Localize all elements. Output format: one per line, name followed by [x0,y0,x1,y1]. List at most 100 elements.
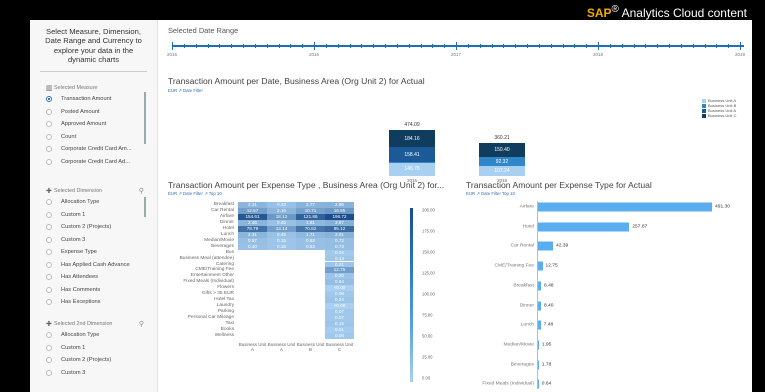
dimension2-header: ✚ Selected 2nd Dimension ⚲ [46,320,144,328]
bar[interactable] [538,360,539,370]
radio-button[interactable] [46,344,52,351]
month-tick [550,44,552,48]
radio-button[interactable] [46,133,52,140]
radio-button[interactable] [46,369,52,376]
list-item[interactable]: Has Attendees [30,271,158,284]
bar[interactable] [538,261,543,271]
list-item-label: Custom 2 (Projects) [61,224,112,231]
heatmap-row: Wellness 0.08 [170,332,354,339]
bar-segment[interactable]: 158.41 [389,147,435,163]
list-item[interactable]: Approved Amount [30,118,158,131]
radio-button[interactable] [46,96,52,103]
chart1-subtitle[interactable]: EUR ↗ Date Filter [168,88,203,94]
year-label: 2018 [592,52,604,57]
chart3-subtitle[interactable]: EUR ↗ Date Filter Top 10 [466,191,515,197]
list-item[interactable]: Custom 2 (Projects) [30,354,158,367]
radio-button[interactable] [46,121,52,128]
bar[interactable] [538,320,541,330]
list-item[interactable]: Allocation Type [30,329,158,342]
list-item[interactable]: Custom 3 [30,367,158,380]
radio-button[interactable] [46,224,52,231]
list-item[interactable]: Has Exceptions [30,296,158,309]
list-item-label: Has Applied Cash Advance [61,261,130,268]
list-item[interactable]: Custom 1 [30,342,158,355]
dimension-list: Allocation Type Custom 1 Custom 2 (Project… [30,196,158,309]
bar-segment[interactable]: 184.16 [389,129,435,148]
list-item[interactable]: Has Applied Cash Advance [30,259,158,272]
dimension-section: ✚ Selected Dimension ⚲ Allocation Type Cu… [30,185,158,309]
chart3-title: Transaction Amount per Expense Type for … [466,180,652,190]
month-tick [432,44,434,48]
radio-button[interactable] [46,146,52,153]
radio-button[interactable] [46,249,52,256]
dimension-scrollbar[interactable] [144,197,146,217]
bar-category-label: Median/Movie [503,342,534,348]
bar-segment[interactable]: 92.32 [479,157,525,166]
dimension-header: ✚ Selected Dimension ⚲ [46,187,144,195]
bar[interactable] [538,222,630,232]
list-item[interactable]: Custom 2 (Projects) [30,221,158,234]
radio-button[interactable] [46,211,52,218]
search-icon[interactable]: ⚲ [139,187,144,195]
year-label: 2015 [166,52,178,57]
chart2-subtitle[interactable]: EUR ↗ Date Filter ↗ Top 10 [168,191,222,197]
scale-tick-label: 100.00 [422,291,435,297]
list-item[interactable]: Expense Type [30,246,158,259]
plus-icon: ✚ [46,187,52,195]
date-range-slider[interactable]: Selected Date Range 2015 2016 2017 2018 2019 [166,26,752,70]
bar-segment[interactable]: 146.78 [389,162,435,176]
bar[interactable] [538,241,553,251]
month-tick [491,44,493,48]
bar-segment[interactable]: 107.24 [479,165,525,176]
list-item[interactable]: Has Comments [30,284,158,297]
radio-button[interactable] [46,199,52,206]
date-range-track[interactable] [172,45,744,47]
bar-segment[interactable] [389,162,435,163]
month-tick [503,44,505,48]
radio-button[interactable] [46,357,52,364]
radio-button[interactable] [46,332,52,339]
left-panel: Select Measure, Dimension, Date Range an… [30,20,158,392]
heatmap-empty-cell [296,333,325,339]
bar[interactable] [538,202,712,212]
bar-segment[interactable]: 150.40 [479,143,525,158]
month-tick [349,44,351,48]
list-item[interactable]: Corporate Credit Card Am... [30,143,158,156]
list-item[interactable]: Custom 3 [30,234,158,247]
measure-list: Transaction Amount Posted Amount Approved … [30,93,158,168]
list-item[interactable]: Transaction Amount [30,93,158,106]
month-tick [278,44,280,48]
scale-tick-label: 75.00 [422,312,433,318]
heatmap-cell[interactable]: 0.08 [325,332,354,339]
list-item[interactable]: Corporate Credit Card Ad... [30,156,158,169]
list-item[interactable]: Posted Amount [30,106,158,119]
year-label: 2017 [450,52,462,57]
legend-item[interactable]: Business Unit C [702,113,736,118]
list-item[interactable]: Custom 1 [30,209,158,222]
month-tick [704,44,706,48]
legend-label: Business Unit C [708,113,737,118]
radio-button[interactable] [46,236,52,243]
radio-button[interactable] [46,299,52,306]
radio-button[interactable] [46,274,52,281]
radio-button[interactable] [46,261,52,268]
measure-section: ▥ Selected Measure Transaction Amount Pos… [30,82,158,168]
list-item-label: Has Comments [61,286,101,293]
year-tick [740,42,741,50]
bar[interactable] [538,379,539,389]
radio-button[interactable] [46,286,52,293]
radio-button[interactable] [46,108,52,115]
scale-tick-label: 175.00 [422,228,435,234]
list-item[interactable]: Count [30,131,158,144]
list-item[interactable]: Allocation Type [30,196,158,209]
heatmap-color-scale [410,208,413,382]
product-name: Analytics Cloud content [621,6,747,20]
bar-value-label: 1.78 [541,362,552,368]
search-icon[interactable]: ⚲ [139,320,144,328]
measure-scrollbar[interactable] [144,92,146,144]
bar-chart-icon: ▥ [46,84,53,92]
bar[interactable] [538,281,541,291]
bar[interactable] [538,301,541,310]
radio-button[interactable] [46,158,52,165]
bar[interactable] [538,340,539,350]
